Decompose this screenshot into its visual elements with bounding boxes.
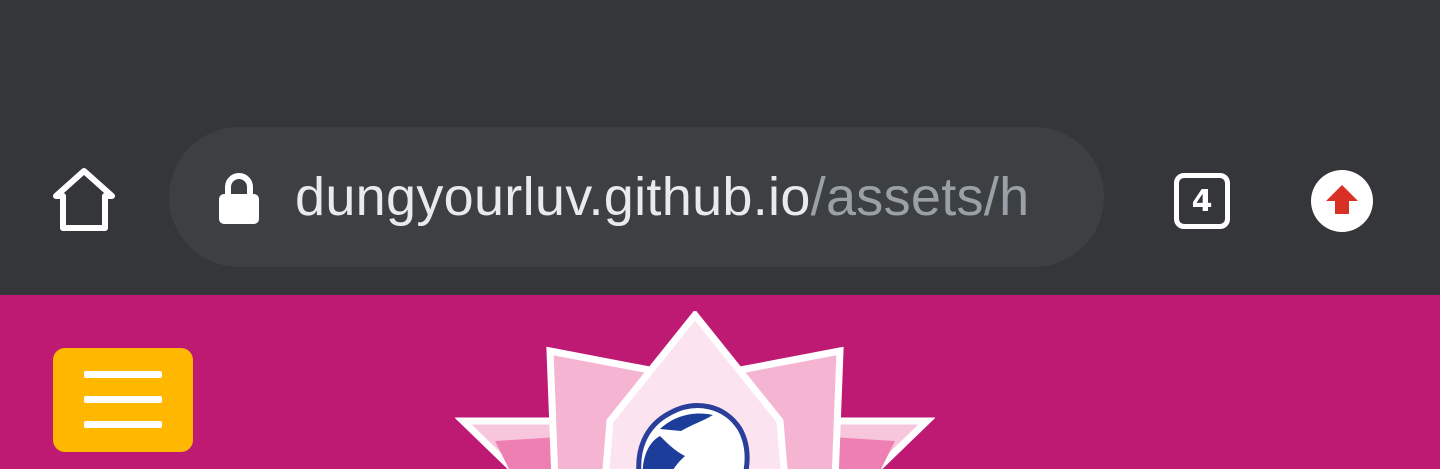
tab-count: 4 xyxy=(1191,183,1213,219)
home-icon xyxy=(53,168,115,231)
url-path: /assets/h xyxy=(810,167,1030,227)
browser-toolbar: dungyourluv.github.io/assets/h 4 xyxy=(0,110,1440,295)
url-text[interactable]: dungyourluv.github.io/assets/h xyxy=(295,167,1075,227)
web-page-header xyxy=(0,295,1440,469)
hamburger-menu-icon xyxy=(84,371,162,378)
menu-button[interactable] xyxy=(53,348,193,452)
url-host: dungyourluv.github.io xyxy=(295,167,811,227)
home-button[interactable] xyxy=(46,162,122,238)
status-bar xyxy=(0,0,1440,110)
hamburger-menu-icon-bar-bottom xyxy=(84,421,162,428)
update-button[interactable] xyxy=(1306,165,1378,237)
hamburger-menu-icon-bar-middle xyxy=(84,396,162,403)
address-bar[interactable]: dungyourluv.github.io/assets/h xyxy=(169,127,1104,267)
tab-switcher-button[interactable]: 4 xyxy=(1166,165,1238,237)
tab-count-badge: 4 xyxy=(1174,173,1230,229)
lock-icon xyxy=(219,173,259,224)
update-available-icon xyxy=(1311,170,1373,232)
lotus-logo xyxy=(455,311,935,469)
